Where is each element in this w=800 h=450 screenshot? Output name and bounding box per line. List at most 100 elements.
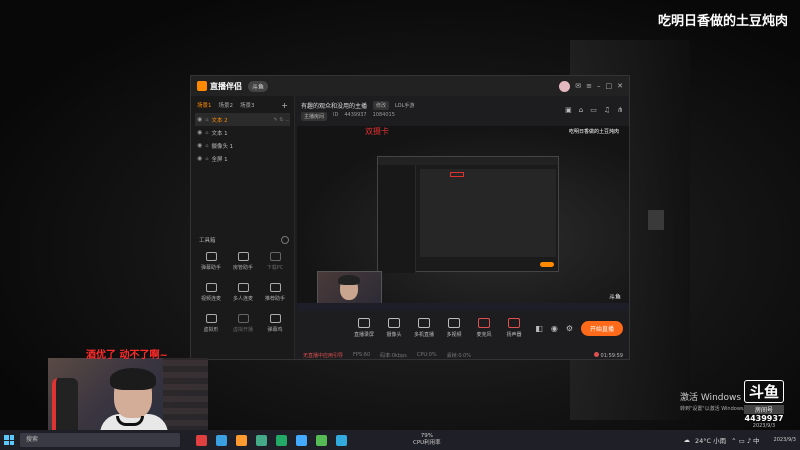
nested-red-box xyxy=(450,172,464,177)
eye-icon[interactable]: ◉ xyxy=(197,116,202,123)
speaker-button[interactable]: 扬声器 xyxy=(503,318,525,338)
taskbar-app-icon[interactable] xyxy=(196,434,207,446)
video-icon xyxy=(205,283,217,292)
stream-title: 有趣的观众和没用的主播 xyxy=(301,103,368,110)
camera-small-icon[interactable]: ◧ xyxy=(535,324,543,333)
screen-icon[interactable]: ▭ xyxy=(590,106,597,114)
edit-title-button[interactable]: 修改 xyxy=(373,101,390,110)
stream-preview[interactable]: 双摄卡 吃明日香做的土豆炖肉 斗鱼 xyxy=(297,126,629,311)
app-titlebar[interactable]: 直播伴侣 斗鱼 ✉ ≡ – □ ✕ xyxy=(191,76,629,96)
stream-title-overlay: 吃明日香做的土豆炖肉 xyxy=(657,14,788,29)
layer-label: 摄像头 1 xyxy=(211,143,234,150)
tool-recommend[interactable]: 推荐助手 xyxy=(259,283,291,302)
activation-title: 激活 Windows xyxy=(680,393,742,403)
danmaku-text: 酒优了 动不了啊~ xyxy=(86,350,168,361)
layer-tools-icon[interactable]: ✎ ⇅ … xyxy=(273,117,290,123)
taskbar-app-icon[interactable] xyxy=(276,434,287,446)
tool-room-manager[interactable]: 房管助手 xyxy=(227,252,259,271)
eye-icon[interactable]: ◉ xyxy=(197,155,202,162)
start-menu-icon[interactable] xyxy=(4,435,14,445)
tool-virtual-live[interactable]: 虚拟开播 xyxy=(227,314,259,333)
add-scene-icon[interactable]: + xyxy=(281,101,288,110)
microphone-button[interactable]: 麦克风 xyxy=(473,318,495,338)
taskbar-clock[interactable]: 2023/9/3 xyxy=(774,437,796,443)
tray-icons[interactable]: ⌃ ▭ ♪ 中 xyxy=(731,435,759,445)
layer-item[interactable]: ◉ ⌂ 文本 2 ✎ ⇅ … xyxy=(195,113,290,126)
tool-virtual-avatar[interactable]: 虚拟形 xyxy=(195,314,227,333)
tab-scene-3[interactable]: 场景3 xyxy=(240,101,255,110)
taskbar-app-icon[interactable] xyxy=(256,434,267,446)
tool-label: 视频连麦 xyxy=(200,296,221,302)
stream-header: 有趣的观众和没用的主播 修改 LOL手游 xyxy=(301,101,414,110)
screen-record-button[interactable]: 直播录屏 xyxy=(353,318,375,338)
live-dot-icon xyxy=(593,351,599,357)
taskbar-app-icon[interactable] xyxy=(216,434,227,446)
multi-video-button[interactable]: 多视频 xyxy=(443,318,465,338)
avatar[interactable] xyxy=(559,80,571,92)
room-number-label: 房间号 xyxy=(744,405,784,414)
streaming-app-window[interactable]: 直播伴侣 斗鱼 ✉ ≡ – □ ✕ 场景1 场景2 场景3 + ◉ ⌂ 文本 2… xyxy=(190,75,630,360)
multi-device-button[interactable]: 多机直播 xyxy=(413,318,435,338)
lock-icon[interactable]: ⌂ xyxy=(205,143,208,149)
microphone-icon xyxy=(478,318,490,328)
weather-text: 24°C 小雨 xyxy=(694,437,727,445)
tool-danmu-helper[interactable]: 弹幕助手 xyxy=(195,252,227,271)
danmu-icon xyxy=(205,252,217,261)
tool-danmu-bot[interactable]: 弹幕鸡 xyxy=(259,314,291,333)
camera-button[interactable]: 摄像头 xyxy=(383,318,405,338)
settings-icon[interactable]: ⚙ xyxy=(566,324,573,333)
preview-douyu-mark: 斗鱼 xyxy=(608,294,621,301)
tool-download-pc[interactable]: 下载PC xyxy=(259,252,291,271)
eye-icon[interactable]: ◉ xyxy=(551,324,558,333)
cpu-label: CPU利用率 xyxy=(413,440,441,446)
stream-meta: 主播房间 ID 4439937 1084015 xyxy=(301,112,395,121)
layer-item[interactable]: ◉ ⌂ 文本 1 xyxy=(195,126,290,139)
skin-icon[interactable]: ✉ xyxy=(575,82,581,90)
taskbar-app-icon[interactable] xyxy=(336,434,347,446)
tool-multi-link[interactable]: 多人连麦 xyxy=(227,283,259,302)
bell-icon[interactable]: ♫ xyxy=(604,106,610,114)
tab-scene-1[interactable]: 场景1 xyxy=(197,101,212,110)
speaker-icon xyxy=(508,318,520,328)
menu-icon[interactable]: ≡ xyxy=(586,82,592,90)
tool-label: 房管助手 xyxy=(232,265,253,271)
status-fps: FPS:60 xyxy=(353,352,371,358)
stream-category[interactable]: LOL手游 xyxy=(395,102,414,109)
eye-icon[interactable]: ◉ xyxy=(197,129,202,136)
close-icon[interactable]: ✕ xyxy=(617,82,623,90)
lock-icon[interactable]: ⌂ xyxy=(205,117,208,123)
platform-badge[interactable]: 斗鱼 xyxy=(248,80,269,92)
tab-scene-2[interactable]: 场景2 xyxy=(219,101,234,110)
maximize-icon[interactable]: □ xyxy=(606,82,613,90)
room-label[interactable]: 主播房间 xyxy=(301,112,328,121)
more-icon[interactable] xyxy=(281,236,289,244)
douyu-logo: 斗鱼 xyxy=(744,380,784,403)
lock-icon[interactable]: ⌂ xyxy=(205,130,208,136)
start-live-button[interactable]: 开始直播 xyxy=(580,321,623,336)
nested-sidebar xyxy=(378,165,416,273)
bottom-right-controls: ◧ ◉ ⚙ 开始直播 xyxy=(535,318,623,336)
taskbar-search[interactable]: 搜索 xyxy=(20,433,180,447)
logo-icon xyxy=(197,81,207,91)
minimize-icon[interactable]: – xyxy=(597,82,601,90)
lock-icon[interactable]: ⌂ xyxy=(579,106,583,114)
taskbar-app-icon[interactable] xyxy=(316,434,327,446)
status-drop: 丢帧:0.0% xyxy=(446,352,472,359)
taskbar-app-icon[interactable] xyxy=(296,434,307,446)
tool-video-link[interactable]: 视频连麦 xyxy=(195,283,227,302)
clock-date: 2023/9/3 xyxy=(773,437,796,443)
tool-label: 扬声器 xyxy=(506,332,522,338)
lock-icon[interactable]: ⌂ xyxy=(205,156,208,162)
weather-widget[interactable]: ☁ 24°C 小雨 ⌃ ▭ ♪ 中 xyxy=(683,435,759,445)
eye-icon[interactable]: ◉ xyxy=(197,142,202,149)
camera-icon xyxy=(388,318,400,328)
layer-item[interactable]: ◉ ⌂ 全屏 1 xyxy=(195,152,290,165)
layer-label: 文本 1 xyxy=(211,130,228,137)
layout-icon[interactable]: ▣ xyxy=(565,106,572,114)
status-warning[interactable]: 无直播中应用引导 xyxy=(303,352,343,359)
cpu-percent: 79% xyxy=(420,433,433,439)
tool-label: 推荐助手 xyxy=(264,296,285,302)
share-icon[interactable]: ⋔ xyxy=(617,106,623,114)
layer-item[interactable]: ◉ ⌂ 摄像头 1 xyxy=(195,139,290,152)
taskbar-app-icon[interactable] xyxy=(236,434,247,446)
